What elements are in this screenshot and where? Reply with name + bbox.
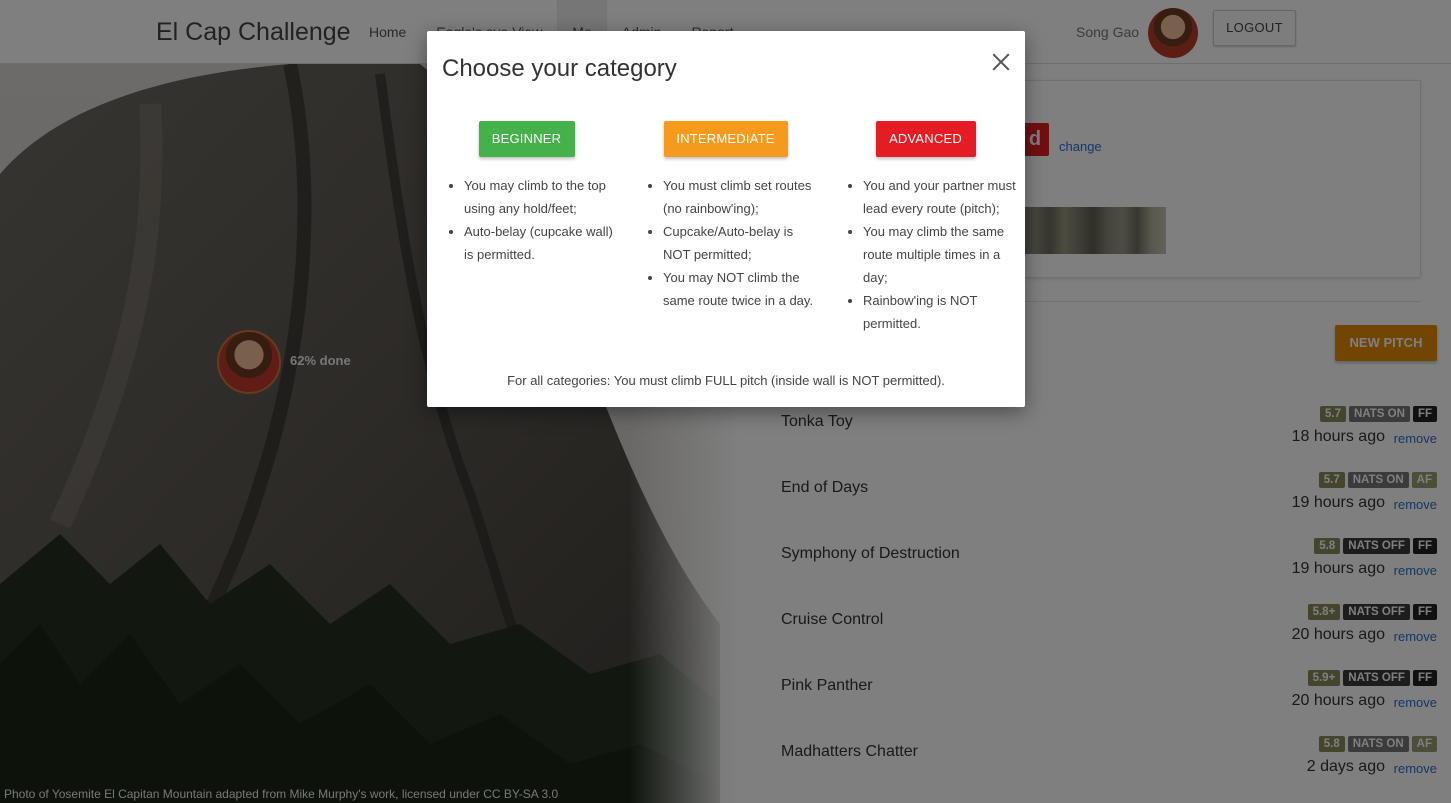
rule-item: Rainbow'ing is NOT permitted. bbox=[863, 289, 1018, 335]
rule-item: You and your partner must lead every rou… bbox=[863, 174, 1018, 220]
beginner-rules: You may climb to the top using any hold/… bbox=[434, 174, 619, 266]
rule-item: You may climb the same route multiple ti… bbox=[863, 220, 1018, 289]
modal-title: Choose your category bbox=[442, 55, 677, 82]
beginner-button[interactable]: BEGINNER bbox=[478, 121, 575, 157]
rule-item: You must climb set routes (no rainbow'in… bbox=[663, 174, 818, 220]
advanced-rules: You and your partner must lead every rou… bbox=[833, 174, 1018, 335]
modal-footer-note: For all categories: You must climb FULL … bbox=[507, 373, 945, 388]
beginner-column: BEGINNER You may climb to the top using … bbox=[434, 121, 619, 266]
advanced-button[interactable]: ADVANCED bbox=[875, 121, 976, 157]
intermediate-button[interactable]: INTERMEDIATE bbox=[663, 121, 788, 157]
rule-item: Cupcake/Auto-belay is NOT permitted; bbox=[663, 220, 818, 266]
rule-item: You may climb to the top using any hold/… bbox=[464, 174, 619, 220]
rule-item: You may NOT climb the same route twice i… bbox=[663, 266, 818, 312]
intermediate-rules: You must climb set routes (no rainbow'in… bbox=[633, 174, 818, 312]
close-icon[interactable] bbox=[990, 51, 1012, 73]
rule-item: Auto-belay (cupcake wall) is permitted. bbox=[464, 220, 619, 266]
intermediate-column: INTERMEDIATE You must climb set routes (… bbox=[633, 121, 818, 312]
category-modal: Choose your category BEGINNER You may cl… bbox=[427, 31, 1025, 407]
advanced-column: ADVANCED You and your partner must lead … bbox=[833, 121, 1018, 335]
